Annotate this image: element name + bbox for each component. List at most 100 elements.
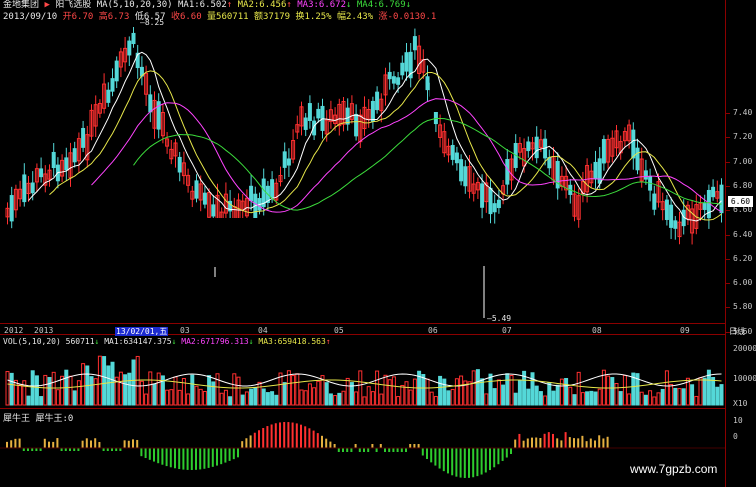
volume-bar bbox=[282, 382, 287, 406]
volume-bar bbox=[152, 383, 157, 406]
indicator-bar bbox=[497, 448, 500, 465]
volume-bar bbox=[627, 393, 632, 406]
indicator-bar bbox=[165, 448, 168, 467]
volume-bar bbox=[265, 392, 270, 406]
indicator-bar bbox=[602, 438, 605, 448]
candle-body bbox=[114, 60, 119, 82]
volume-bar bbox=[450, 388, 455, 406]
volume-title: VOL(5,10,20) bbox=[3, 337, 61, 346]
volume-bar bbox=[345, 377, 350, 406]
kline-chart[interactable] bbox=[0, 0, 756, 487]
indicator-bar bbox=[216, 448, 218, 466]
candle-body bbox=[127, 40, 132, 56]
volume-bar bbox=[690, 384, 695, 406]
volume-bar bbox=[190, 374, 195, 406]
indicator-bar bbox=[43, 438, 46, 448]
price-axis-label: 7.20 bbox=[733, 132, 753, 142]
indicator-bar bbox=[211, 448, 214, 467]
price-panel-bottom bbox=[0, 323, 725, 324]
indicator-bar bbox=[186, 448, 189, 470]
candle-body bbox=[375, 91, 380, 111]
indicator-bar bbox=[539, 438, 542, 448]
volume-bar bbox=[135, 355, 140, 406]
indicator-bar bbox=[169, 448, 172, 468]
volume-bar bbox=[249, 388, 254, 406]
indicator-bar bbox=[594, 440, 596, 448]
price-axis-label: 6.00 bbox=[733, 278, 753, 288]
indicator-bar bbox=[480, 448, 483, 475]
candle-body bbox=[492, 203, 497, 213]
indicator-bar bbox=[392, 448, 395, 452]
price-axis-tick bbox=[725, 234, 730, 236]
candle-body bbox=[345, 107, 350, 125]
candle-body bbox=[454, 152, 459, 164]
volume-bar bbox=[433, 396, 438, 406]
indicator-bar bbox=[333, 444, 336, 448]
indicator-axis-10: 10 bbox=[733, 416, 743, 425]
candle-body bbox=[601, 139, 606, 164]
indicator-bar bbox=[489, 448, 491, 471]
volume-bar bbox=[223, 389, 228, 406]
volume-bar bbox=[408, 389, 413, 406]
period-label[interactable]: 日线 bbox=[729, 326, 745, 337]
indicator-panel-name[interactable]: 犀牛王 bbox=[3, 414, 30, 424]
candle-body bbox=[547, 157, 552, 169]
volume-bar bbox=[236, 376, 241, 406]
volume-bar bbox=[215, 373, 220, 406]
selected-date[interactable]: 13/02/01,五 bbox=[115, 326, 169, 337]
candle-body bbox=[412, 36, 417, 51]
volume-bar bbox=[312, 387, 317, 406]
indicator-bar bbox=[279, 422, 281, 448]
indicator-bar bbox=[337, 448, 340, 452]
candle-body bbox=[711, 186, 716, 198]
candle-body bbox=[211, 204, 216, 217]
candle-body bbox=[652, 193, 657, 210]
volume-bar bbox=[93, 378, 98, 406]
indicator-bar bbox=[182, 448, 185, 470]
time-label-09: 09 bbox=[680, 326, 690, 335]
volume-bar bbox=[270, 391, 275, 406]
volume-bar bbox=[442, 378, 447, 406]
volume-bar bbox=[60, 375, 65, 406]
volume-bar bbox=[375, 370, 380, 406]
indicator-bar bbox=[531, 437, 533, 448]
volume-ma2: MA2:671796.313 bbox=[181, 337, 249, 346]
time-label-06: 06 bbox=[428, 326, 438, 335]
indicator-bar bbox=[148, 448, 151, 460]
candle-body bbox=[177, 156, 182, 173]
indicator-bar bbox=[56, 438, 59, 448]
candle-body bbox=[664, 199, 669, 220]
volume-bar bbox=[169, 389, 174, 406]
volume-bar bbox=[652, 396, 657, 406]
chart-mask-area bbox=[145, 218, 435, 323]
volume-bar bbox=[639, 391, 644, 406]
volume-bar bbox=[564, 378, 569, 406]
indicator-bar bbox=[484, 448, 487, 473]
indicator-bar bbox=[547, 432, 550, 448]
volume-bar bbox=[324, 382, 329, 406]
indicator-bar bbox=[207, 448, 210, 468]
volume-bar bbox=[337, 392, 342, 406]
volume-bar bbox=[475, 369, 480, 406]
candle-body bbox=[307, 103, 312, 121]
indicator-bar bbox=[253, 432, 256, 448]
volume-bar bbox=[333, 395, 338, 406]
volume-bar bbox=[295, 373, 300, 406]
volume-bar bbox=[165, 389, 170, 406]
indicator-bar bbox=[98, 441, 101, 448]
volume-bar bbox=[362, 396, 367, 406]
volume-bar bbox=[429, 391, 434, 406]
volume-bar bbox=[513, 392, 518, 406]
volume-bar bbox=[702, 377, 707, 406]
volume-bar bbox=[76, 380, 81, 406]
volume-bar bbox=[698, 377, 703, 406]
watermark: www.7gpzb.com bbox=[630, 462, 718, 476]
indicator-bar bbox=[354, 444, 357, 448]
volume-bar bbox=[43, 374, 48, 406]
indicator-bar bbox=[434, 448, 437, 466]
volume-bar bbox=[580, 392, 585, 406]
indicator-bar bbox=[358, 448, 361, 452]
volume-bar bbox=[501, 384, 506, 406]
price-axis-tick bbox=[725, 161, 730, 163]
volume-header: VOL(5,10,20) 560711↓ MA1:634147.375↓ MA2… bbox=[3, 337, 331, 346]
